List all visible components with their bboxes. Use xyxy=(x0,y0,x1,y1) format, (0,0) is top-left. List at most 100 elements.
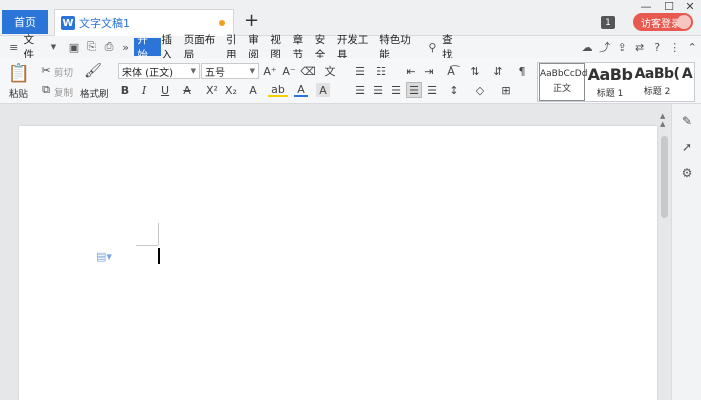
paragraph-handle-icon[interactable]: ▤▾ xyxy=(96,250,112,263)
style-gallery: AaBbCcDd 正文 AaBb 标题 1 AaBb( 标题 2 A xyxy=(537,62,695,102)
cut-button[interactable]: 剪切 xyxy=(54,65,73,79)
search-icon[interactable]: ⚲ xyxy=(427,41,439,54)
font-color-icon[interactable]: A xyxy=(294,83,308,97)
tab-chapter[interactable]: 章节 xyxy=(292,34,314,61)
help-icon[interactable]: ? xyxy=(651,41,663,54)
search-button[interactable]: 查找 xyxy=(441,34,463,61)
text-cursor xyxy=(158,248,160,264)
more-icon[interactable]: ⋮ xyxy=(669,41,681,54)
grow-font-icon[interactable]: A⁺ xyxy=(262,63,278,79)
italic-icon[interactable]: I xyxy=(138,83,150,97)
format-painter-button[interactable]: 格式刷 xyxy=(80,86,109,100)
scroll-up-icon[interactable]: ▲ xyxy=(660,112,665,120)
margin-mark xyxy=(158,223,159,245)
document-tab-title: 文字文稿1 xyxy=(79,17,130,30)
collaborate-icon[interactable]: ⇄ xyxy=(634,41,646,54)
bold-icon[interactable]: B xyxy=(119,83,131,97)
font-size-select[interactable]: 五号 ▼ xyxy=(201,63,259,79)
tab-security[interactable]: 安全 xyxy=(314,34,336,61)
copy-icon[interactable]: ⧉ xyxy=(40,83,52,96)
subscript-icon[interactable]: X₂ xyxy=(223,83,239,97)
file-menu[interactable]: 文件 xyxy=(23,34,45,61)
tab-view[interactable]: 视图 xyxy=(269,34,291,61)
bullet-list-icon[interactable]: ☰ xyxy=(352,64,368,78)
minimize-icon[interactable]: — xyxy=(636,0,656,13)
style-name: 标题 1 xyxy=(596,89,624,99)
tab-start[interactable]: 开始 xyxy=(134,34,161,61)
maximize-icon[interactable]: ☐ xyxy=(659,0,679,13)
document-page[interactable]: ▤▾ xyxy=(19,126,657,400)
tab-page-layout[interactable]: 页面布局 xyxy=(183,34,225,61)
style-heading-1[interactable]: AaBb 标题 1 xyxy=(587,63,633,101)
scissors-icon[interactable]: ✂ xyxy=(40,64,52,77)
shading-icon[interactable]: ◇ xyxy=(470,83,490,97)
ribbon-toolbar: 📋 粘贴 ✂ 剪切 ⧉ 复制 🖌 格式刷 宋体 (正文) ▼ 五号 ▼ A⁺ A… xyxy=(0,58,701,104)
sort-icon[interactable]: ⇵ xyxy=(489,64,507,78)
tab-developer[interactable]: 开发工具 xyxy=(336,34,378,61)
underline-icon[interactable]: U xyxy=(155,83,175,97)
text-direction-icon[interactable]: ⇅ xyxy=(467,64,483,78)
format-painter-icon[interactable]: 🖌 xyxy=(84,62,102,80)
pen-icon[interactable]: ✎ xyxy=(680,114,694,128)
vertical-scrollbar[interactable]: ▲ ▲ xyxy=(659,112,669,400)
font-size-value: 五号 xyxy=(205,67,225,79)
decrease-indent-icon[interactable]: ⇤ xyxy=(403,64,419,78)
show-marks-icon[interactable]: ¶ xyxy=(514,64,530,78)
phonetic-guide-icon[interactable]: 文 xyxy=(320,63,340,79)
justify-icon[interactable]: ☰ xyxy=(406,82,422,98)
collapse-ribbon-icon[interactable]: ⌃ xyxy=(686,41,698,54)
copy-button[interactable]: 复制 xyxy=(54,85,73,99)
avatar-icon xyxy=(677,15,691,29)
export-icon[interactable]: ⎘ xyxy=(86,40,98,53)
font-name-value: 宋体 (正文) xyxy=(122,67,173,79)
tab-special-features[interactable]: 特色功能 xyxy=(378,34,420,61)
share-icon[interactable]: ⤴ xyxy=(599,41,611,54)
upload-icon[interactable]: ⇪ xyxy=(616,41,628,54)
chevron-down-icon: ▼ xyxy=(249,67,255,75)
align-center-icon[interactable]: ☰ xyxy=(371,83,385,97)
shrink-font-icon[interactable]: A⁻ xyxy=(281,63,297,79)
tab-review[interactable]: 审阅 xyxy=(247,34,269,61)
more-chevron-icon[interactable]: » xyxy=(120,41,132,54)
paste-label[interactable]: 粘贴 xyxy=(9,86,28,100)
style-more[interactable]: A xyxy=(681,63,693,101)
style-sample: AaBb( xyxy=(634,66,680,82)
plus-icon[interactable]: + xyxy=(244,12,259,30)
line-spacing-icon[interactable]: ↕ xyxy=(444,83,464,97)
close-icon[interactable]: ✕ xyxy=(680,0,700,13)
borders-icon[interactable]: ⊞ xyxy=(496,83,516,97)
scroll-thumb[interactable] xyxy=(661,136,668,218)
paste-icon[interactable]: 📋 xyxy=(8,62,30,84)
style-normal[interactable]: AaBbCcDd 正文 xyxy=(539,63,588,101)
cloud-icon[interactable]: ☁ xyxy=(581,41,593,54)
tab-references[interactable]: 引用 xyxy=(225,34,247,61)
menu-bar: ≡ 文件 ▼ ▣ ⎘ ⎙ » 开始 插入 页面布局 引用 审阅 视图 章节 安全… xyxy=(0,34,701,61)
scroll-up-icon[interactable]: ▲ xyxy=(660,120,665,128)
guest-login-button[interactable]: 访客登录 xyxy=(633,13,693,31)
pointer-icon[interactable]: ➚ xyxy=(680,140,694,154)
chevron-down-icon: ▼ xyxy=(190,67,196,75)
align-right-icon[interactable]: ☰ xyxy=(389,83,403,97)
strikethrough-icon[interactable]: A xyxy=(180,83,194,97)
char-shading-icon[interactable]: A xyxy=(316,83,330,97)
style-heading-2[interactable]: AaBb( 标题 2 xyxy=(634,63,680,101)
numbered-list-icon[interactable]: ☷ xyxy=(373,64,389,78)
superscript-icon[interactable]: X² xyxy=(204,83,220,97)
font-name-select[interactable]: 宋体 (正文) ▼ xyxy=(118,63,200,79)
align-left-icon[interactable]: ☰ xyxy=(353,83,367,97)
text-effect-icon[interactable]: A xyxy=(243,83,263,97)
style-sample: A xyxy=(681,66,693,82)
sliders-icon[interactable]: ⚙ xyxy=(680,166,694,180)
window-count-badge[interactable]: 1 xyxy=(601,16,615,29)
chinese-layout-icon[interactable]: A͡ xyxy=(442,64,460,78)
clear-format-icon[interactable]: ⌫ xyxy=(300,63,316,79)
tab-insert[interactable]: 插入 xyxy=(161,34,183,61)
increase-indent-icon[interactable]: ⇥ xyxy=(421,64,437,78)
save-icon[interactable]: ▣ xyxy=(68,41,80,54)
distributed-icon[interactable]: ☰ xyxy=(425,83,439,97)
highlight-icon[interactable]: ab xyxy=(268,83,288,97)
print-icon[interactable]: ⎙ xyxy=(103,40,115,53)
style-sample: AaBbCcDd xyxy=(540,69,588,79)
chevron-down-icon[interactable]: ▼ xyxy=(48,41,60,53)
home-tab[interactable]: 首页 xyxy=(2,10,48,34)
